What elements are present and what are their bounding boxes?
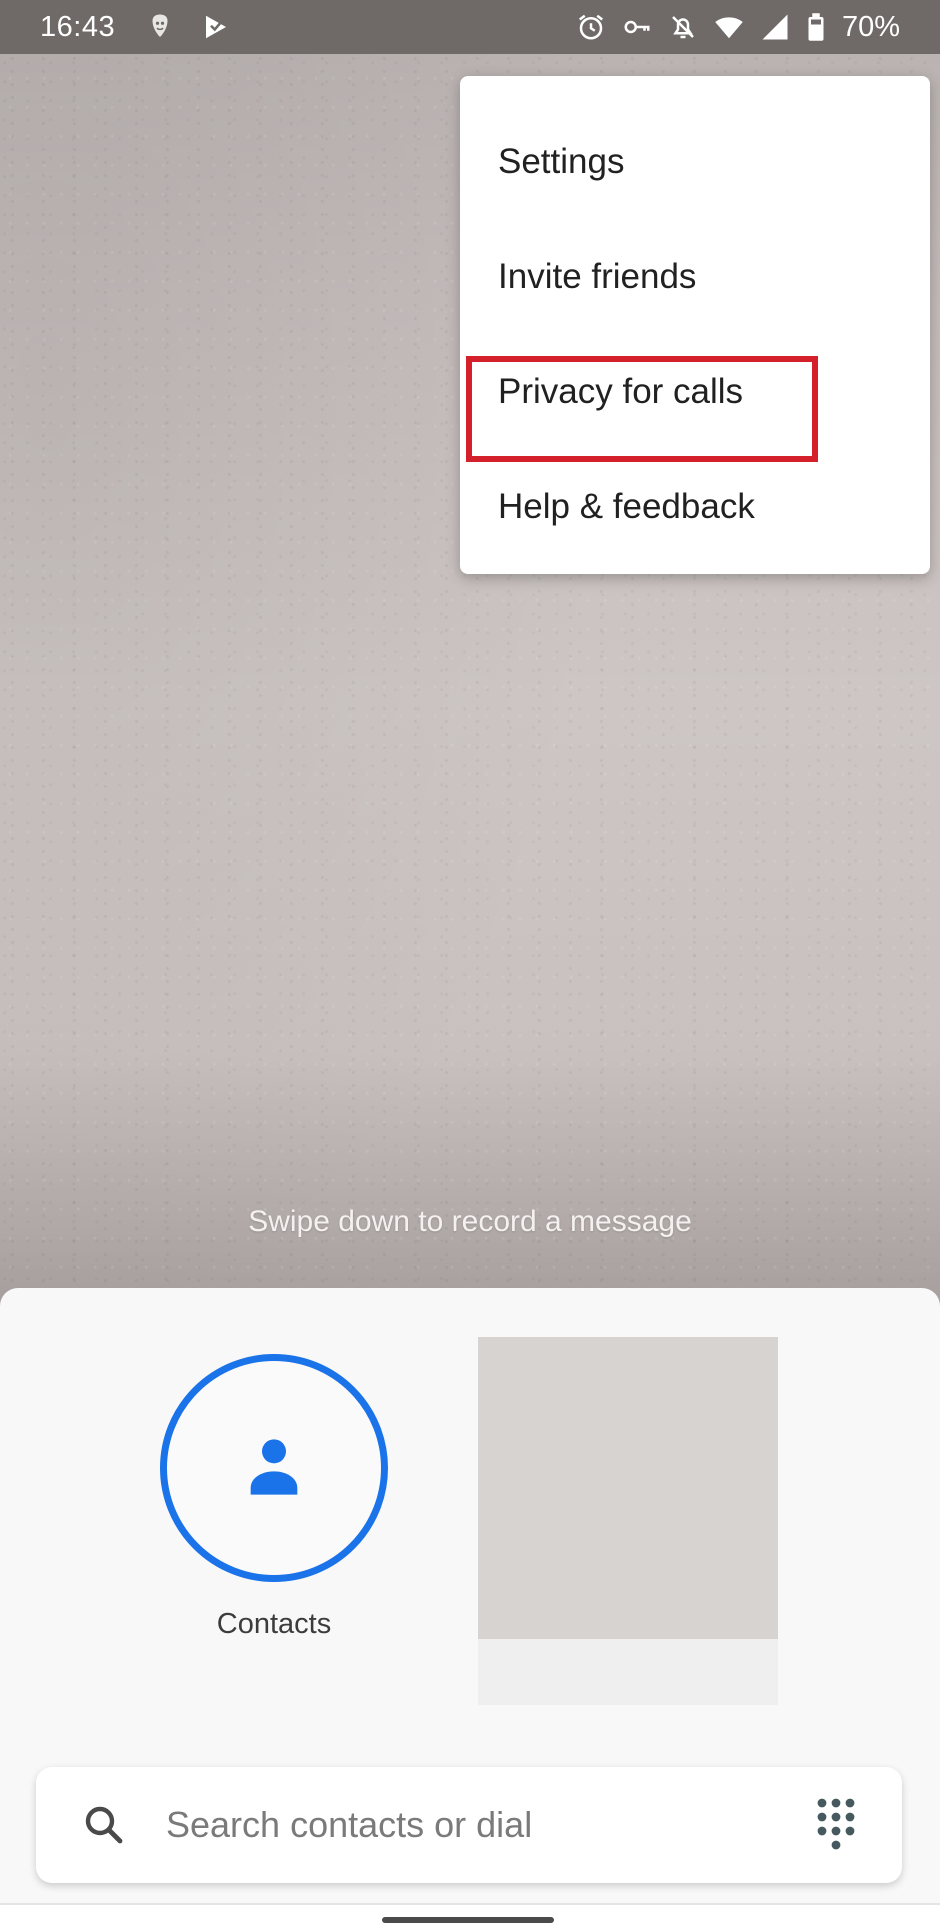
search-bar[interactable] [36,1767,902,1883]
menu-item-label: Help & feedback [498,486,755,526]
notifications-off-icon [668,12,698,42]
placeholder-caption [478,1639,778,1705]
vpn-shield-icon [145,12,175,42]
person-icon [250,1439,298,1495]
menu-item-invite-friends[interactable]: Invite friends [460,219,930,334]
contacts-button[interactable]: Contacts [160,1354,388,1641]
dialpad-icon[interactable] [814,1797,858,1853]
battery-icon [806,12,826,42]
wifi-icon [714,12,744,42]
status-bar: 16:43 70% [0,0,940,54]
cellular-signal-icon [760,12,790,42]
alarm-icon [576,12,606,42]
menu-item-label: Settings [498,141,625,181]
play-store-icon [201,12,231,42]
battery-percent: 70% [841,10,900,43]
menu-item-privacy-for-calls[interactable]: Privacy for calls [460,334,930,462]
menu-item-help-feedback[interactable]: Help & feedback [460,449,930,564]
status-time: 16:43 [40,10,116,43]
status-left-icons [145,12,231,42]
status-right-icons: 70% [576,11,900,44]
menu-item-label: Invite friends [498,256,697,296]
menu-item-label: Privacy for calls [498,371,744,411]
overflow-menu: Settings Invite friends Privacy for call… [460,76,930,574]
search-input[interactable] [166,1804,814,1846]
placeholder-image [478,1337,778,1639]
menu-item-settings[interactable]: Settings [460,104,930,219]
swipe-hint: Swipe down to record a message [248,1205,692,1238]
contacts-circle [160,1354,388,1582]
search-icon[interactable] [80,1801,128,1849]
contacts-label: Contacts [216,1608,332,1640]
home-gesture-handle[interactable] [382,1917,554,1923]
vpn-key-icon [622,12,652,42]
contact-suggestion-placeholder[interactable] [478,1337,778,1707]
